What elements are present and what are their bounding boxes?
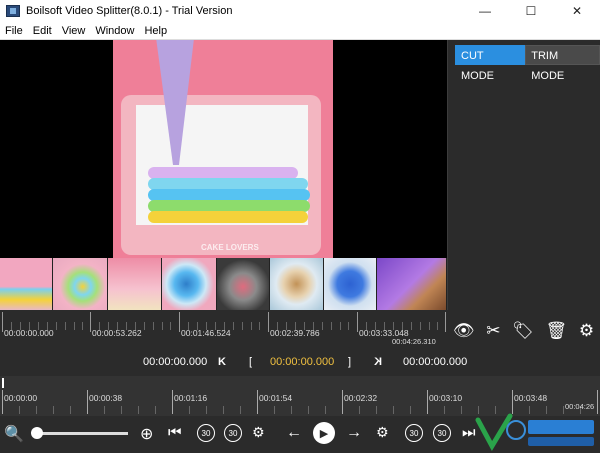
tag-icon[interactable]: 🏷 <box>512 321 534 341</box>
ruler-label: 00:01:46.524 <box>181 328 231 338</box>
cut-mode-button[interactable]: CUT MODE <box>455 45 526 82</box>
menu-help[interactable]: Help <box>139 25 172 37</box>
step-back-icon[interactable]: ← <box>286 424 302 442</box>
minimize-button[interactable]: — <box>462 0 508 22</box>
thumbnail[interactable] <box>377 258 447 310</box>
menu-file[interactable]: File <box>0 25 28 37</box>
timeline-label: 00:00:38 <box>89 393 123 403</box>
ruler-label: 00:00:00.000 <box>4 328 54 338</box>
video-watermark: CAKE LOVERS <box>201 243 259 252</box>
scissors-icon[interactable]: ✂ <box>486 321 500 341</box>
thumbnail[interactable] <box>108 258 162 310</box>
set-start-button[interactable]: [ <box>249 356 252 368</box>
prev-marker-button[interactable]: K <box>218 356 226 368</box>
timeline-label: 00:02:32 <box>344 393 378 403</box>
key-forward-icon[interactable]: ⚙ <box>376 424 389 441</box>
thumbnail[interactable] <box>324 258 377 310</box>
close-button[interactable]: ✕ <box>554 0 600 22</box>
forward-30-alt-icon[interactable]: 30 <box>433 424 451 442</box>
go-to-start-icon[interactable]: ⏮ <box>168 424 182 441</box>
broom-clean-icon[interactable]: ⚙ <box>579 321 594 341</box>
ruler-label: 00:02:39.786 <box>270 328 320 338</box>
menu-edit[interactable]: Edit <box>28 25 57 37</box>
title-bar: Boilsoft Video Splitter(8.0.1) - Trial V… <box>0 0 600 22</box>
zoom-in-icon[interactable]: ⊕ <box>140 424 153 444</box>
rewind-30-icon[interactable]: 30 <box>197 424 215 442</box>
app-logo-icon <box>6 5 20 17</box>
timeline-label: 00:03:10 <box>429 393 463 403</box>
current-time: 00:00:00.000 <box>143 356 208 368</box>
thumbnail[interactable] <box>217 258 270 310</box>
step-forward-icon[interactable]: → <box>346 424 362 442</box>
mode-switch: CUT MODE TRIM MODE <box>455 45 600 82</box>
zoom-slider-handle[interactable] <box>31 427 43 439</box>
ruler-label: 00:00:53.262 <box>92 328 142 338</box>
window-title: Boilsoft Video Splitter(8.0.1) - Trial V… <box>26 5 233 17</box>
thumbnail[interactable] <box>53 258 108 310</box>
thumbnail[interactable] <box>0 258 53 310</box>
menu-bar: File Edit View Window Help <box>0 22 600 40</box>
set-end-button[interactable]: ] <box>348 356 351 368</box>
preview-eye-icon[interactable]: 👁 <box>453 321 475 341</box>
trash-icon[interactable]: 🗑 <box>546 321 568 341</box>
video-preview[interactable]: CAKE LOVERS <box>0 40 447 258</box>
ruler-end-label: 00:04:26.310 <box>392 337 436 346</box>
video-frame: CAKE LOVERS <box>113 40 333 258</box>
menu-view[interactable]: View <box>57 25 91 37</box>
app-window: Boilsoft Video Splitter(8.0.1) - Trial V… <box>0 0 600 453</box>
site-watermark-logo <box>475 413 594 452</box>
rewind-30-alt-icon[interactable]: 30 <box>224 424 242 442</box>
thumbnail[interactable] <box>270 258 324 310</box>
zoom-out-icon[interactable]: 🔍 <box>4 424 24 444</box>
timeline-label: 00:01:54 <box>259 393 293 403</box>
maximize-button[interactable]: ☐ <box>508 0 554 22</box>
play-icon[interactable]: ▶ <box>313 422 335 444</box>
selection-time: 00:00:00.000 <box>270 356 335 368</box>
end-time: 00:00:00.000 <box>403 356 468 368</box>
next-marker-button[interactable]: K <box>374 356 382 368</box>
playhead[interactable] <box>2 378 4 388</box>
thumbnail-ruler[interactable]: 00:00:00.000 00:00:53.262 00:01:46.524 0… <box>0 310 447 348</box>
menu-window[interactable]: Window <box>90 25 139 37</box>
zoom-slider[interactable] <box>36 432 128 435</box>
timeline-label: 00:00:00 <box>4 393 38 403</box>
forward-30-icon[interactable]: 30 <box>405 424 423 442</box>
key-back-icon[interactable]: ⚙ <box>252 424 265 441</box>
timeline-label: 00:03:48 <box>514 393 548 403</box>
thumbnail-strip[interactable] <box>0 258 447 310</box>
mode-panel: CUT MODE TRIM MODE <box>447 40 600 310</box>
cake-tray-image <box>121 95 321 255</box>
timeline-label: 00:01:16 <box>174 393 208 403</box>
thumbnail[interactable] <box>162 258 217 310</box>
segment-tools: 👁 ✂ 🏷 🗑 ⚙ <box>447 316 600 346</box>
timecode-row: 00:00:00.000 K [ 00:00:00.000 ] K 00:00:… <box>0 348 600 376</box>
trim-mode-button[interactable]: TRIM MODE <box>525 45 600 82</box>
